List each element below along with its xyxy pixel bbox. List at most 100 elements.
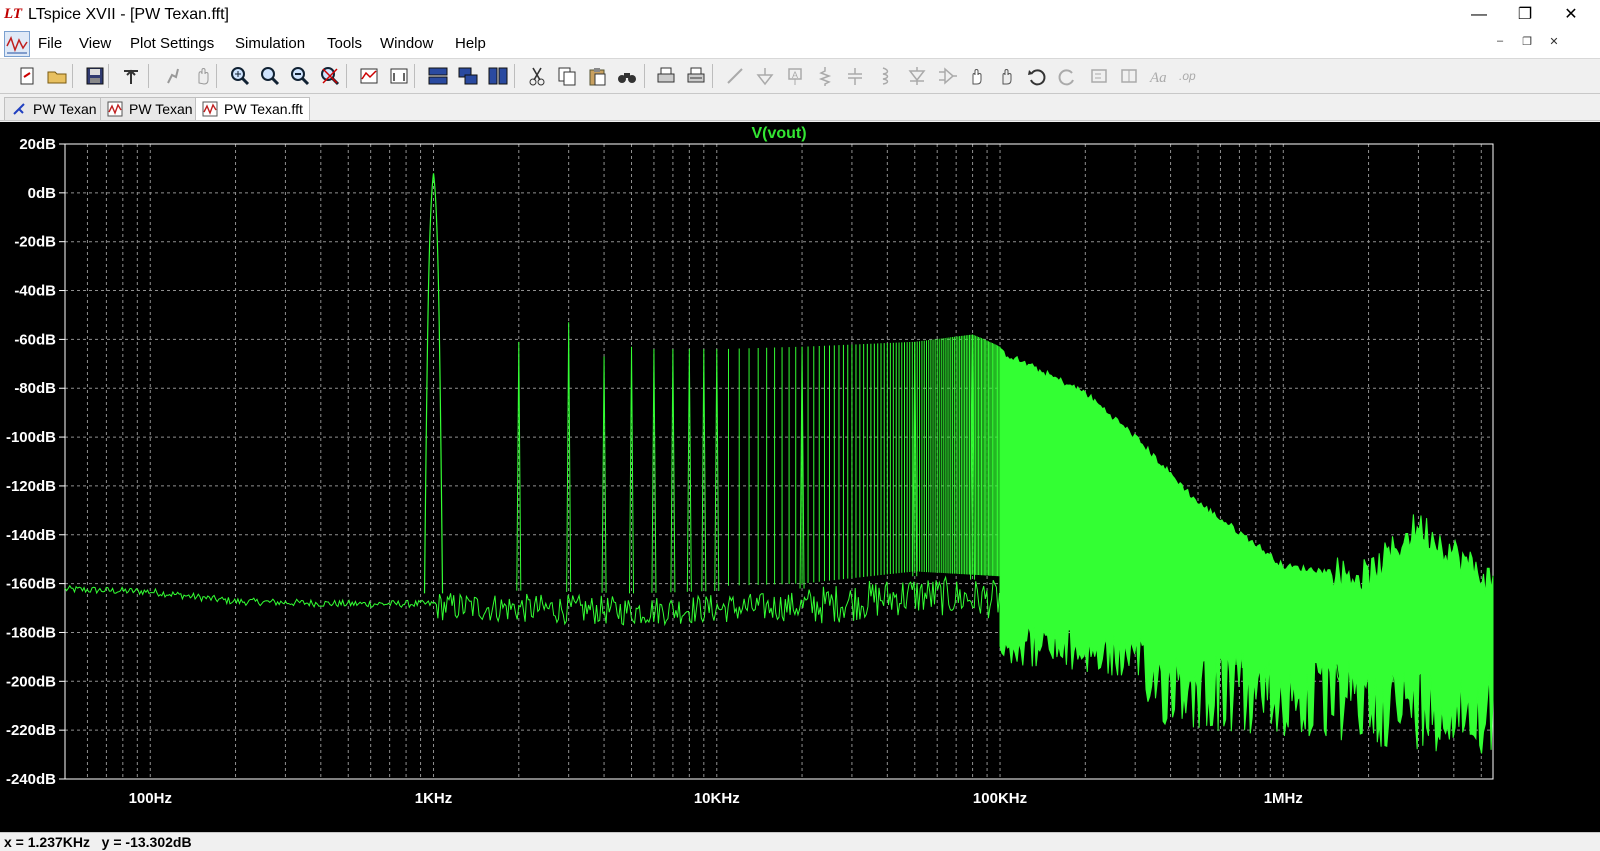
minimize-button[interactable]: —	[1456, 0, 1502, 30]
paste-button[interactable]	[584, 63, 610, 89]
x-tick-label: 10KHz	[694, 790, 740, 807]
tab-fft[interactable]: PW Texan.fft	[195, 97, 310, 120]
capacitor-icon	[848, 68, 862, 85]
diode-button[interactable]	[904, 63, 930, 89]
mdi-restore-button[interactable]: ❐	[1517, 35, 1537, 53]
drag-icon	[1002, 69, 1012, 85]
drag-button[interactable]	[994, 63, 1020, 89]
copy-button[interactable]	[554, 63, 580, 89]
move-icon	[972, 69, 982, 85]
waveform-window-icon[interactable]	[4, 31, 30, 57]
mdi-minimize-button[interactable]: –	[1490, 35, 1510, 53]
toolbar-separator	[712, 64, 713, 88]
menu-view[interactable]: View	[79, 35, 111, 52]
resistor-icon	[818, 67, 832, 86]
mirror-icon	[1121, 69, 1137, 83]
tab-label: PW Texan.fft	[224, 101, 303, 117]
menu-plot-settings[interactable]: Plot Settings	[130, 35, 214, 52]
spice-directive-button[interactable]: .op	[1176, 63, 1202, 89]
toolbar-separator	[644, 64, 645, 88]
y-tick-label: -160dB	[6, 576, 56, 593]
diode-icon	[908, 67, 926, 85]
schematic-icon	[13, 103, 25, 115]
label-net-button[interactable]: A	[782, 63, 808, 89]
y-tick-label: -200dB	[6, 673, 56, 690]
move-button[interactable]	[964, 63, 990, 89]
component-icon	[939, 67, 957, 85]
toolbar: A Aa .op	[0, 58, 1600, 94]
window-title: LTspice XVII - [PW Texan.fft]	[28, 6, 229, 23]
open-folder-icon	[47, 71, 67, 84]
print-icon	[657, 67, 675, 83]
menu-file[interactable]: File	[38, 35, 62, 52]
close-button[interactable]: ✕	[1548, 0, 1594, 30]
cascade-button[interactable]	[455, 63, 481, 89]
find-button[interactable]	[614, 63, 640, 89]
tile-vertical-button[interactable]	[485, 63, 511, 89]
text-icon: Aa	[1149, 70, 1167, 86]
toolbar-separator	[148, 64, 149, 88]
menu-window[interactable]: Window	[380, 35, 433, 52]
new-schematic-button[interactable]	[14, 63, 40, 89]
zoom-out-button[interactable]	[287, 63, 313, 89]
zoom-extents-icon	[390, 68, 408, 84]
fft-plot[interactable]: 20dB 0dB -20dB -40dB -60dB -80dB -100dB -120dB -…	[0, 122, 1600, 832]
cascade-icon	[458, 67, 478, 85]
text-button[interactable]: Aa	[1146, 63, 1172, 89]
control-panel-button[interactable]	[118, 63, 144, 89]
label-net-icon: A	[788, 68, 802, 85]
undo-icon	[1028, 69, 1046, 86]
maximize-button[interactable]: ❐	[1502, 0, 1548, 30]
new-schematic-icon	[20, 67, 34, 85]
component-button[interactable]	[934, 63, 960, 89]
resistor-button[interactable]	[812, 63, 838, 89]
menu-help[interactable]: Help	[455, 35, 486, 52]
redo-button[interactable]	[1054, 63, 1080, 89]
tab-waveform[interactable]: PW Texan	[100, 97, 200, 120]
print-button[interactable]	[653, 63, 679, 89]
svg-text:Aa: Aa	[1149, 70, 1167, 86]
wire-button[interactable]	[722, 63, 748, 89]
document-tabs: PW Texan PW Texan PW Texan.fft	[0, 95, 1600, 121]
mirror-button[interactable]	[1116, 63, 1142, 89]
plot-pane[interactable]: 20dB 0dB -20dB -40dB -60dB -80dB -100dB -120dB -…	[0, 122, 1600, 832]
title-bar: LT LTspice XVII - [PW Texan.fft] — ❐ ✕	[0, 0, 1600, 30]
ground-button[interactable]	[752, 63, 778, 89]
print-preview-button[interactable]	[683, 63, 709, 89]
y-tick-label: -80dB	[14, 380, 56, 397]
capacitor-button[interactable]	[842, 63, 868, 89]
copy-icon	[558, 67, 576, 86]
zoom-out-icon	[291, 67, 310, 86]
cut-icon	[529, 67, 545, 86]
y-tick-label: -120dB	[6, 478, 56, 495]
open-folder-button[interactable]	[44, 63, 70, 89]
cut-button[interactable]	[524, 63, 550, 89]
tab-schematic[interactable]: PW Texan	[4, 97, 104, 120]
menu-tools[interactable]: Tools	[327, 35, 362, 52]
hf-noise-band	[999, 347, 1494, 754]
zoom-extents-button[interactable]	[386, 63, 412, 89]
x-tick-label: 100Hz	[129, 790, 172, 807]
zoom-in-button[interactable]	[257, 63, 283, 89]
autorange-button[interactable]	[356, 63, 382, 89]
zoom-fit-button[interactable]	[317, 63, 343, 89]
toolbar-separator	[216, 64, 217, 88]
spice-directive-icon: .op	[1179, 69, 1196, 83]
zoom-area-button[interactable]	[227, 63, 253, 89]
x-tick-label: 1MHz	[1264, 790, 1303, 807]
ltspice-app-icon[interactable]: LT	[4, 6, 24, 24]
run-icon	[167, 68, 179, 84]
trace-name-label[interactable]: V(vout)	[751, 125, 806, 142]
autorange-icon	[360, 68, 378, 84]
save-button[interactable]	[82, 63, 108, 89]
toolbar-separator	[108, 64, 109, 88]
y-tick-label: -220dB	[6, 722, 56, 739]
halt-button[interactable]	[190, 63, 216, 89]
run-button[interactable]	[160, 63, 186, 89]
inductor-button[interactable]	[872, 63, 898, 89]
rotate-button[interactable]	[1086, 63, 1112, 89]
menu-simulation[interactable]: Simulation	[235, 35, 305, 52]
undo-button[interactable]	[1024, 63, 1050, 89]
tile-horizontal-button[interactable]	[425, 63, 451, 89]
mdi-close-button[interactable]: ✕	[1544, 35, 1564, 53]
